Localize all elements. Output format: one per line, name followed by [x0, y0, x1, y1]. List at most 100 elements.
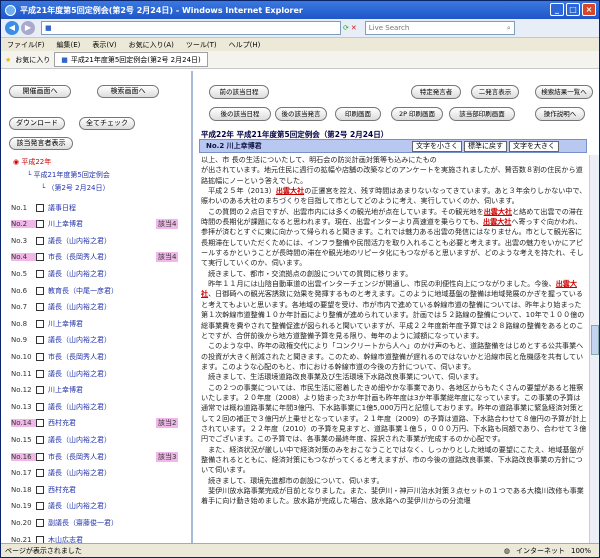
tab-current[interactable]: ■ 平成21年度第5回定例会(第2号 2月24日): [54, 52, 208, 67]
item-name[interactable]: 市長（長岡秀人君）: [48, 252, 111, 262]
item-checkbox[interactable]: [36, 236, 44, 245]
kensaku-button[interactable]: 検索画面へ: [97, 85, 159, 98]
item-name[interactable]: 議長（山内裕之君）: [48, 369, 111, 379]
scrollbar[interactable]: [589, 155, 599, 543]
list-item[interactable]: No.21 木山広志君: [11, 533, 186, 543]
star-icon[interactable]: ★: [5, 56, 11, 64]
two-speech-button[interactable]: 二発言表示: [471, 85, 519, 99]
menu-file[interactable]: ファイル(F): [7, 40, 45, 50]
menu-tools[interactable]: ツール(T): [186, 40, 217, 50]
list-item[interactable]: No.2 川上幸博君 該当4: [11, 218, 186, 231]
list-item[interactable]: No.13 議長（山内裕之君）: [11, 400, 186, 413]
item-checkbox[interactable]: [36, 220, 44, 229]
address-input[interactable]: ■: [41, 21, 341, 35]
maximize-button[interactable]: □: [566, 3, 580, 16]
kaigi-button[interactable]: 開催画面へ: [9, 85, 71, 98]
item-checkbox[interactable]: [36, 518, 44, 527]
list-item[interactable]: No.15 議長（山内裕之君）: [11, 433, 186, 446]
refresh-icon[interactable]: ⟳: [343, 24, 349, 32]
list-item[interactable]: No.9 議長（山内裕之君）: [11, 334, 186, 347]
item-name[interactable]: 木山広志君: [48, 535, 83, 544]
item-name[interactable]: 議長（山内裕之君）: [48, 236, 111, 246]
close-button[interactable]: ×: [582, 3, 596, 16]
item-checkbox[interactable]: [36, 452, 44, 461]
font-small-button[interactable]: 文字を小さく: [412, 140, 462, 152]
item-name[interactable]: 教育長（中尾一彦君）: [48, 286, 118, 296]
list-item[interactable]: No.14 西村充君 該当2: [11, 417, 186, 430]
item-name[interactable]: 川上幸博君: [48, 385, 83, 395]
item-name[interactable]: 議長（山内裕之君）: [48, 269, 111, 279]
item-checkbox[interactable]: [36, 303, 44, 312]
list-item[interactable]: No.6 教育長（中尾一彦君）: [11, 284, 186, 297]
back-icon[interactable]: ◀: [5, 21, 19, 35]
list-item[interactable]: No.16 市長（長岡秀人君） 該当3: [11, 450, 186, 463]
item-checkbox[interactable]: [36, 352, 44, 361]
list-item[interactable]: No.8 川上幸博君: [11, 317, 186, 330]
list-item[interactable]: No.17 議長（山内裕之君）: [11, 467, 186, 480]
item-name[interactable]: 議長（山内裕之君）: [48, 468, 111, 478]
item-checkbox[interactable]: [36, 402, 44, 411]
forward-icon[interactable]: ▶: [21, 21, 35, 35]
download-button[interactable]: ダウンロード: [9, 117, 65, 130]
check-all-button[interactable]: 全てチェック: [79, 117, 135, 130]
tree-year[interactable]: ◉ 平成22年: [13, 157, 51, 167]
speakers-button[interactable]: 該当発言者表示: [9, 137, 73, 150]
item-name[interactable]: 西村充君: [48, 418, 76, 428]
next-speech-button[interactable]: 後の該当発言: [275, 107, 327, 121]
item-name[interactable]: 市長（長岡秀人君）: [48, 352, 111, 362]
list-item[interactable]: No.19 議長（山内裕之君）: [11, 500, 186, 513]
item-checkbox[interactable]: [36, 286, 44, 295]
zoom-level[interactable]: 100%: [571, 547, 591, 555]
item-checkbox[interactable]: [36, 535, 44, 543]
item-name[interactable]: 議長（山内裕之君）: [48, 302, 111, 312]
item-checkbox[interactable]: [36, 253, 44, 262]
item-checkbox[interactable]: [36, 469, 44, 478]
minimize-button[interactable]: _: [550, 3, 564, 16]
search-input[interactable]: Live Search ⌕: [364, 21, 515, 35]
item-checkbox[interactable]: [36, 485, 44, 494]
print-button[interactable]: 印刷画面: [335, 107, 381, 121]
item-name[interactable]: 市長（長岡秀人君）: [48, 452, 111, 462]
item-checkbox[interactable]: [36, 419, 44, 428]
hit-print-button[interactable]: 該当部印刷画面: [449, 107, 515, 121]
list-item[interactable]: No.5 議長（山内裕之君）: [11, 267, 186, 280]
tree-session[interactable]: └ 平成21年度第5回定例会: [27, 170, 110, 180]
item-checkbox[interactable]: [36, 203, 44, 212]
scroll-thumb[interactable]: [591, 325, 599, 355]
item-checkbox[interactable]: [36, 269, 44, 278]
item-name[interactable]: 川上幸博君: [48, 219, 83, 229]
item-checkbox[interactable]: [36, 386, 44, 395]
menu-favorites[interactable]: お気に入り(A): [129, 40, 174, 50]
stop-icon[interactable]: ✕: [351, 24, 357, 32]
prev-schedule-button[interactable]: 前の該当日程: [209, 85, 269, 99]
list-item[interactable]: No.12 川上幸博君: [11, 384, 186, 397]
item-name[interactable]: 副議長（齋藤俊一君）: [48, 518, 118, 528]
tree-meeting[interactable]: └ （第2号 2月24日）: [41, 183, 110, 193]
item-name[interactable]: 議長（山内裕之君）: [48, 501, 111, 511]
special-speaker-button[interactable]: 特定発言者: [411, 85, 461, 99]
font-large-button[interactable]: 文字を大きく: [509, 140, 559, 152]
font-standard-button[interactable]: 標準に戻す: [464, 140, 507, 152]
item-name[interactable]: 川上幸博君: [48, 319, 83, 329]
menu-edit[interactable]: 編集(E): [57, 40, 81, 50]
list-item[interactable]: No.7 議長（山内裕之君）: [11, 301, 186, 314]
item-checkbox[interactable]: [36, 319, 44, 328]
list-item[interactable]: No.11 議長（山内裕之君）: [11, 367, 186, 380]
item-checkbox[interactable]: [36, 435, 44, 444]
search-icon[interactable]: ⌕: [507, 24, 511, 33]
item-checkbox[interactable]: [36, 336, 44, 345]
list-item[interactable]: No.1 議事日程: [11, 201, 186, 214]
help-button[interactable]: 操作説明へ: [535, 107, 585, 121]
item-name[interactable]: 西村充君: [48, 485, 76, 495]
list-item[interactable]: No.4 市長（長岡秀人君） 該当4: [11, 251, 186, 264]
list-item[interactable]: No.3 議長（山内裕之君）: [11, 234, 186, 247]
list-item[interactable]: No.20 副議長（齋藤俊一君）: [11, 516, 186, 529]
favorites-label[interactable]: お気に入り: [15, 55, 50, 65]
item-name[interactable]: 議事日程: [48, 203, 76, 213]
list-item[interactable]: No.10 市長（長岡秀人君）: [11, 350, 186, 363]
item-checkbox[interactable]: [36, 369, 44, 378]
results-button[interactable]: 検索結果一覧へ: [535, 85, 593, 99]
menu-view[interactable]: 表示(V): [92, 40, 116, 50]
item-name[interactable]: 議長（山内裕之君）: [48, 335, 111, 345]
item-checkbox[interactable]: [36, 502, 44, 511]
